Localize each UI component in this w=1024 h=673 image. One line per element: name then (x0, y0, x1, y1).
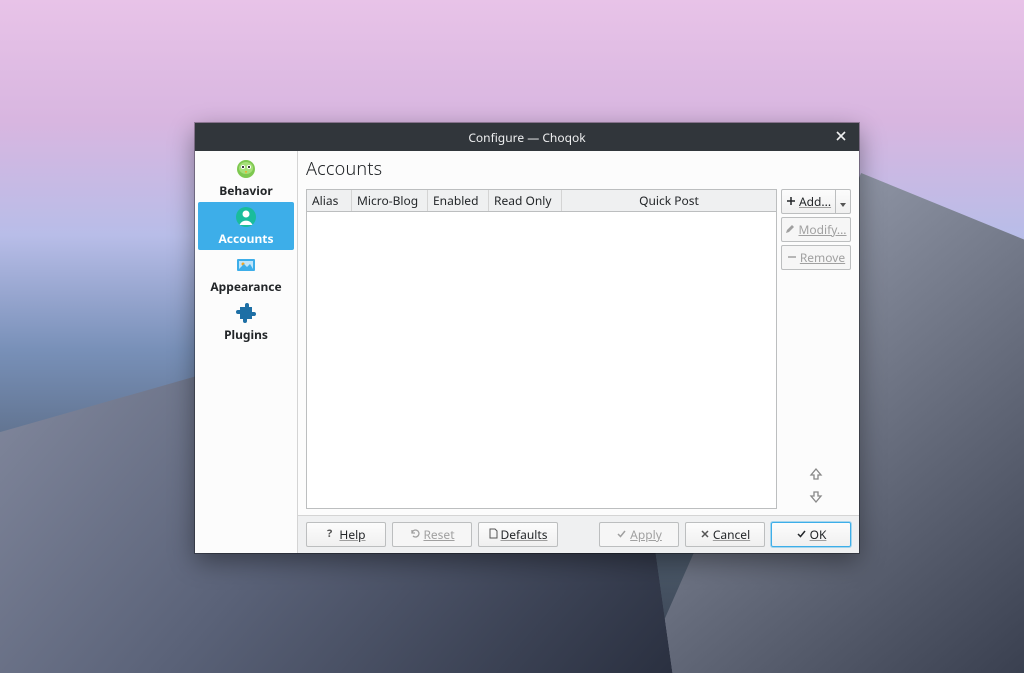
page-title: Accounts (298, 151, 859, 187)
arrow-up-icon (809, 467, 823, 485)
plus-icon (786, 193, 796, 210)
remove-button-label: Remove (800, 249, 845, 266)
sidebar-item-label: Behavior (219, 182, 272, 199)
configure-window: Configure — Choqok Behavior Accounts (195, 123, 859, 553)
column-alias[interactable]: Alias (307, 190, 352, 211)
move-up-button[interactable] (781, 466, 851, 486)
svg-text:?: ? (327, 527, 333, 539)
column-quickpost[interactable]: Quick Post (562, 190, 776, 211)
apply-button[interactable]: Apply (599, 522, 679, 547)
sidebar-item-appearance[interactable]: Appearance (198, 250, 294, 298)
chevron-down-icon (840, 193, 846, 211)
ok-check-icon (796, 526, 807, 543)
defaults-button[interactable]: Defaults (478, 522, 558, 547)
check-icon (616, 526, 627, 543)
user-icon (234, 205, 258, 229)
add-button-group: Add... (781, 189, 851, 214)
sidebar-item-accounts[interactable]: Accounts (198, 202, 294, 250)
puzzle-icon (234, 301, 258, 325)
cancel-icon (700, 526, 710, 543)
add-dropdown-arrow[interactable] (836, 189, 851, 214)
table-header: Alias Micro-Blog Enabled Read Only Quick… (307, 190, 776, 212)
undo-icon (409, 526, 420, 543)
reset-button[interactable]: Reset (392, 522, 472, 547)
move-down-button[interactable] (781, 489, 851, 509)
column-readonly[interactable]: Read Only (489, 190, 562, 211)
sidebar-item-plugins[interactable]: Plugins (198, 298, 294, 346)
ok-button[interactable]: OK (771, 522, 851, 547)
accounts-table[interactable]: Alias Micro-Blog Enabled Read Only Quick… (306, 189, 777, 509)
modify-button[interactable]: Modify... (781, 217, 851, 242)
table-body[interactable] (307, 212, 776, 508)
sidebar-item-label: Accounts (218, 230, 273, 247)
help-button-label: Help (339, 526, 365, 543)
close-icon (835, 129, 847, 146)
sidebar-item-label: Appearance (210, 278, 281, 295)
ok-button-label: OK (810, 526, 827, 543)
image-icon (234, 253, 258, 277)
close-button[interactable] (823, 123, 859, 151)
document-icon (489, 526, 498, 543)
cancel-button-label: Cancel (713, 526, 750, 543)
main-panel: Accounts Alias Micro-Blog Enabled Read O… (298, 151, 859, 553)
bird-icon (234, 157, 258, 181)
category-sidebar: Behavior Accounts Appearance Plugins (195, 151, 298, 553)
remove-button[interactable]: Remove (781, 245, 851, 270)
sidebar-item-label: Plugins (224, 326, 268, 343)
add-button[interactable]: Add... (781, 189, 836, 214)
help-icon: ? (326, 526, 336, 543)
defaults-button-label: Defaults (501, 526, 548, 543)
window-title: Configure — Choqok (468, 129, 585, 146)
dialog-footer: ? Help Reset Defaults Apply (298, 515, 859, 553)
table-actions: Add... Modify... Remove (781, 189, 851, 509)
titlebar[interactable]: Configure — Choqok (195, 123, 859, 151)
reset-button-label: Reset (423, 526, 454, 543)
column-microblog[interactable]: Micro-Blog (352, 190, 428, 211)
pencil-icon (785, 221, 795, 238)
arrow-down-icon (809, 490, 823, 508)
modify-button-label: Modify... (798, 221, 846, 238)
cancel-button[interactable]: Cancel (685, 522, 765, 547)
apply-button-label: Apply (630, 526, 662, 543)
sidebar-item-behavior[interactable]: Behavior (198, 154, 294, 202)
help-button[interactable]: ? Help (306, 522, 386, 547)
column-enabled[interactable]: Enabled (428, 190, 489, 211)
add-button-label: Add... (799, 193, 831, 210)
minus-icon (787, 249, 797, 266)
